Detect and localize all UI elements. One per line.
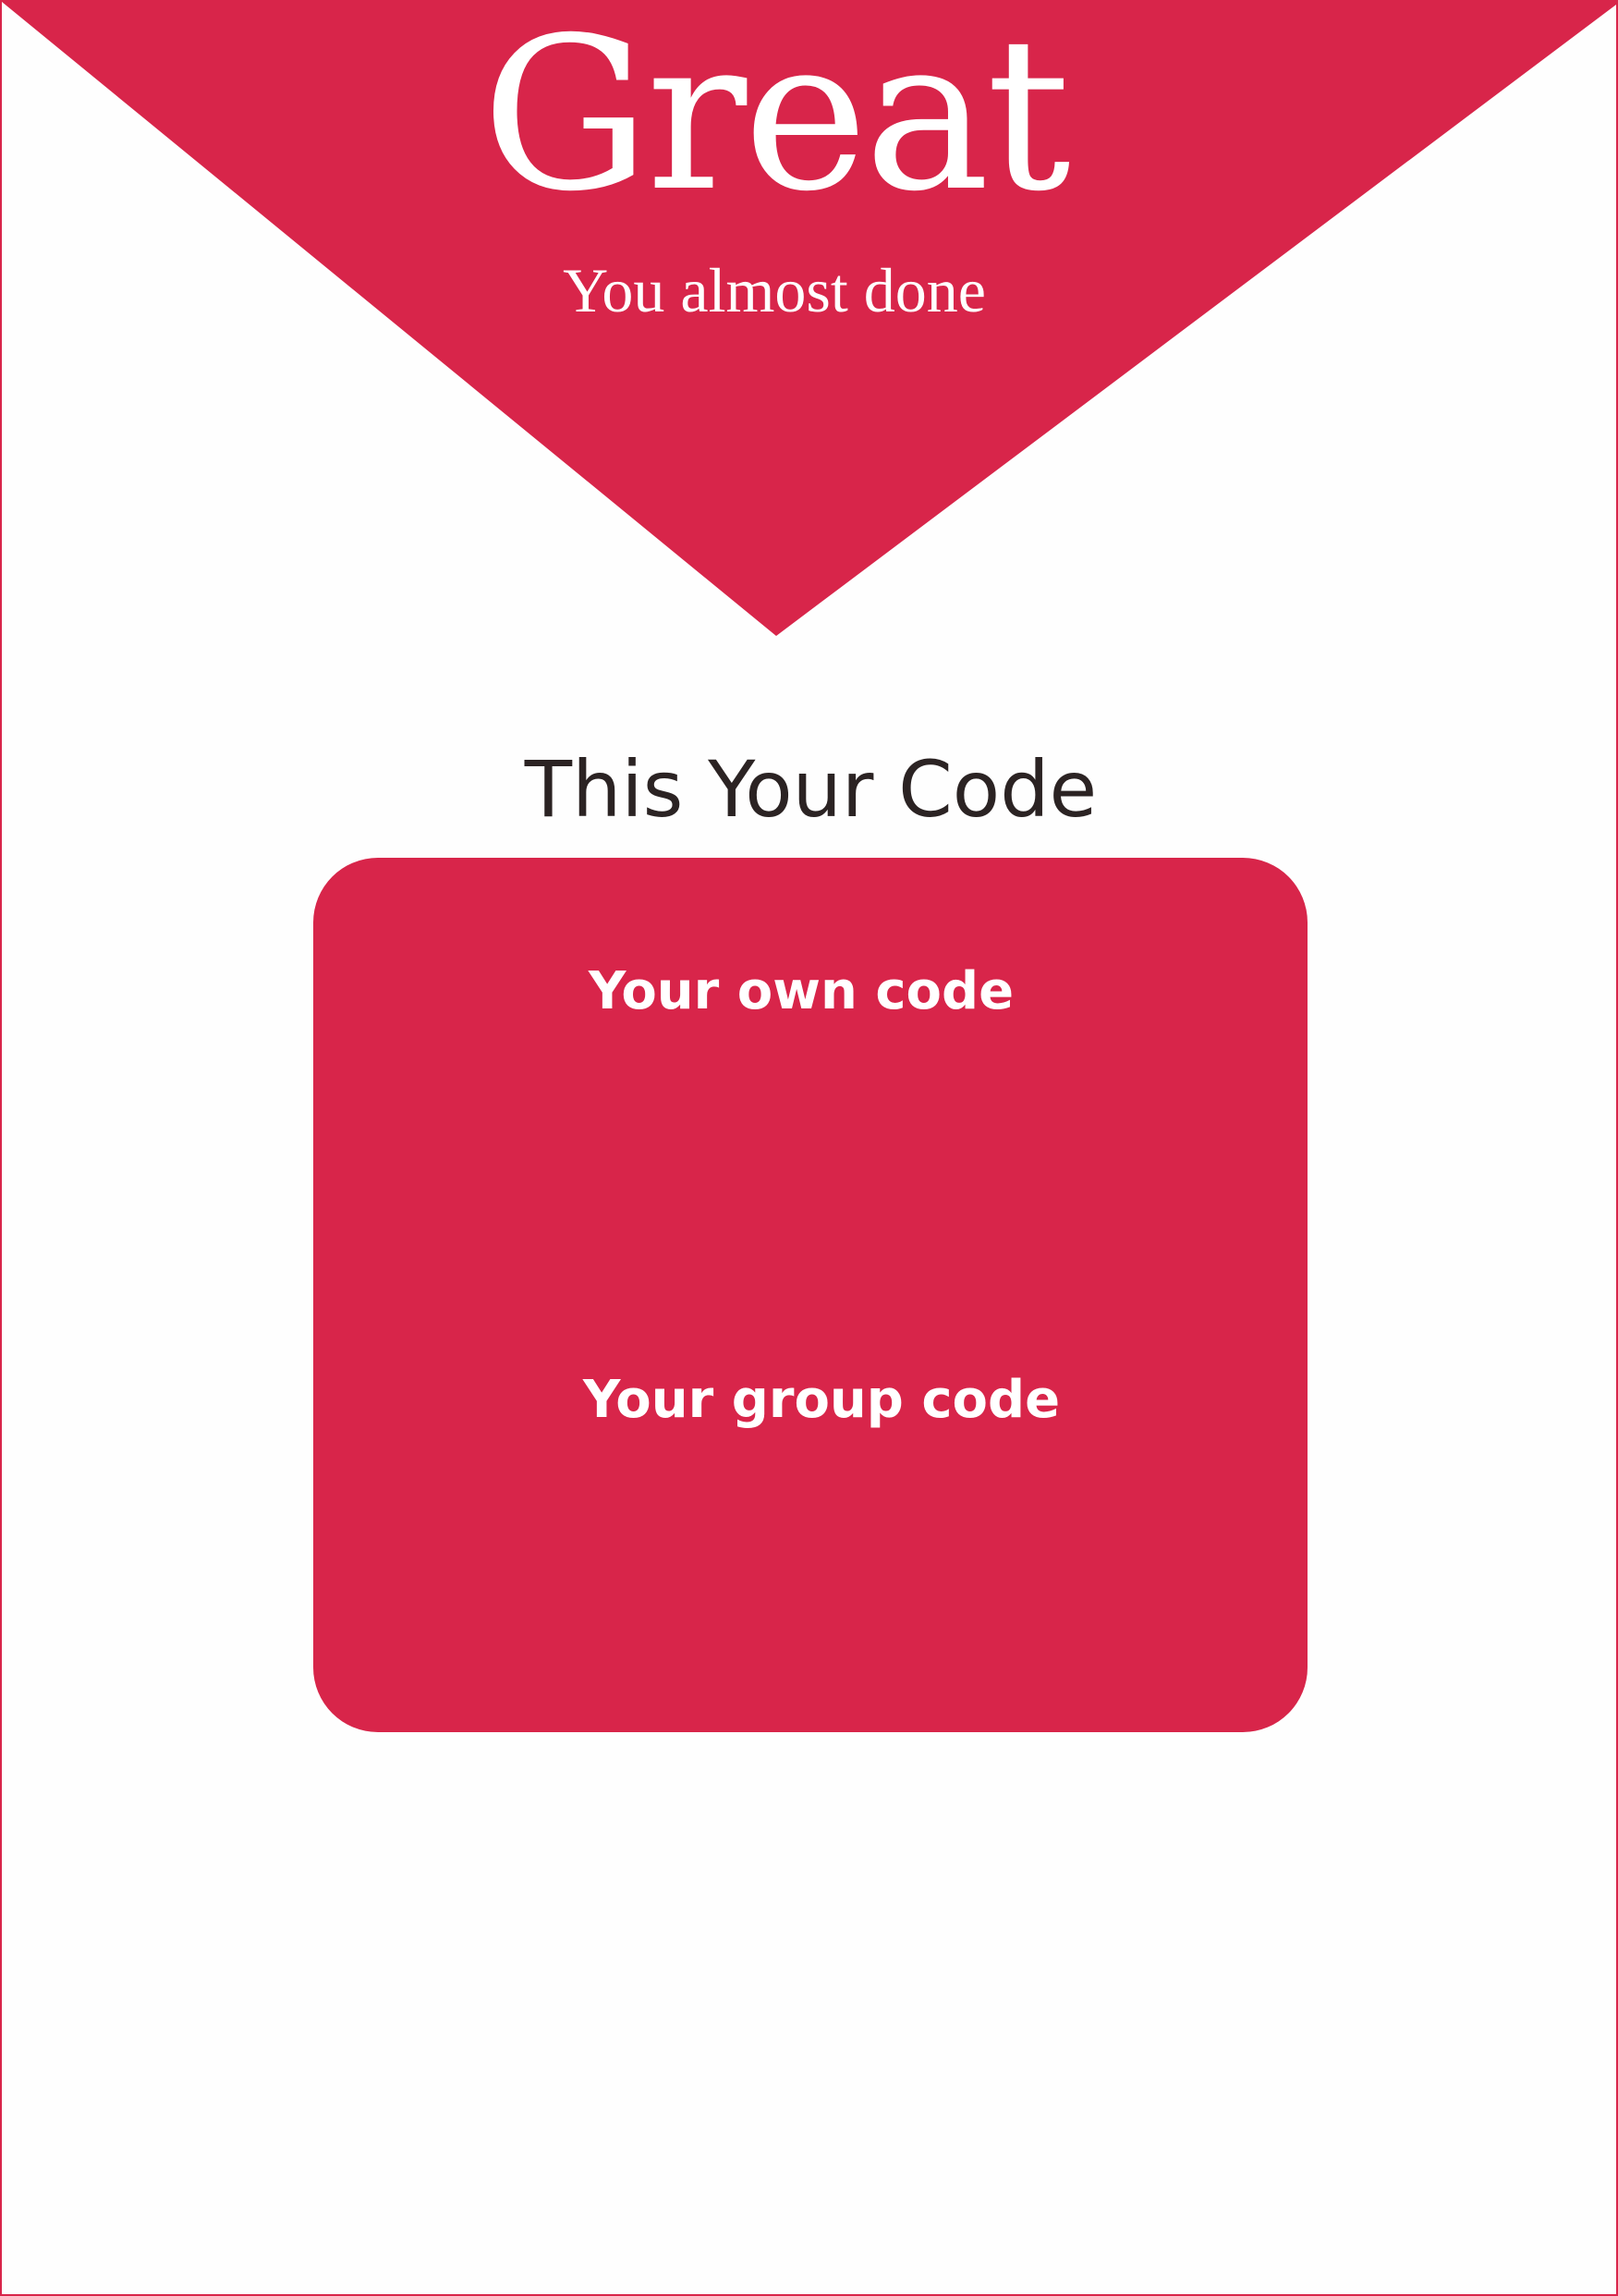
- group-code-value: [313, 1460, 1308, 1516]
- code-card: Your own code Your group code: [313, 858, 1308, 1732]
- confirmation-page: Great You almost done This Your Code You…: [0, 0, 1618, 2296]
- own-code-value: [313, 1052, 1308, 1107]
- group-code-label: Your group code: [582, 1370, 1061, 1430]
- own-code-label: Your own code: [588, 961, 1015, 1021]
- page-title: Great: [481, 0, 1071, 238]
- code-section-title: This Your Code: [524, 744, 1098, 835]
- page-subtitle: You almost done: [563, 255, 986, 325]
